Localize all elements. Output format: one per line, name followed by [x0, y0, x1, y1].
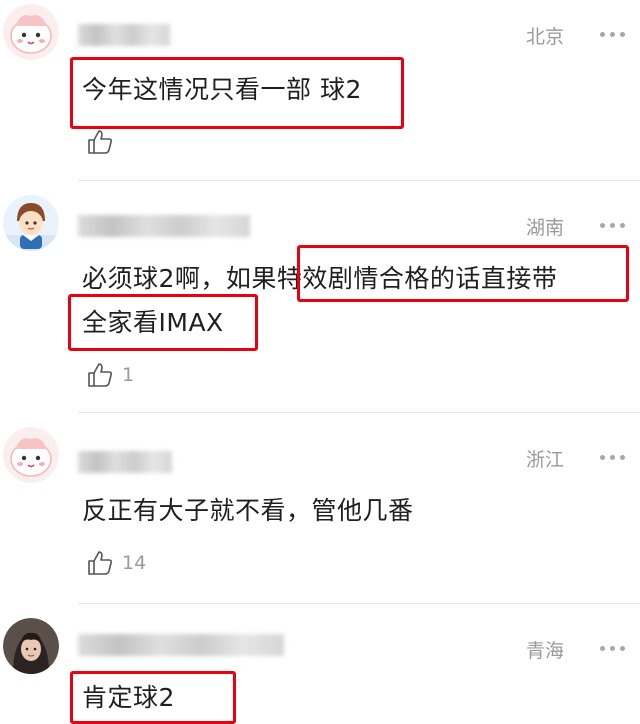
- thumbs-up-icon: [88, 130, 113, 154]
- comment-item: 湖南 必须球2啊，如果特效剧情合格的话直接带 全家看IMAX 1: [0, 181, 640, 412]
- more-dots-icon[interactable]: [600, 447, 636, 467]
- pink-cartoon-face-icon: [3, 4, 59, 60]
- avatar[interactable]: [3, 427, 59, 483]
- like-count: 1: [122, 364, 135, 386]
- cartoon-character-icon: [3, 195, 59, 251]
- location-label: 青海: [526, 640, 565, 662]
- username-blurred[interactable]: [78, 215, 250, 237]
- avatar[interactable]: [3, 4, 59, 60]
- like-button[interactable]: 14: [86, 549, 146, 577]
- username-blurred[interactable]: [78, 634, 284, 656]
- comment-item: 北京 今年这情况只看一部 球2: [0, 0, 640, 180]
- location-label: 北京: [526, 26, 565, 48]
- username-blurred[interactable]: [78, 24, 170, 46]
- comment-text: 反正有大子就不看，管他几番: [82, 496, 414, 525]
- like-button[interactable]: [86, 128, 122, 156]
- comment-text-line-1: 必须球2啊，如果特效剧情合格的话直接带: [82, 259, 557, 299]
- portrait-photo-icon: [3, 618, 59, 674]
- pink-cartoon-face-icon: [3, 427, 59, 483]
- more-dots-icon[interactable]: [600, 24, 636, 44]
- avatar[interactable]: [3, 195, 59, 251]
- username-blurred[interactable]: [78, 451, 172, 473]
- more-dots-icon[interactable]: [600, 215, 636, 235]
- comment-item: 浙江 反正有大子就不看，管他几番 14: [0, 413, 640, 603]
- comment-text-line-2: 全家看IMAX: [82, 308, 224, 337]
- avatar[interactable]: [3, 618, 59, 674]
- thumbs-up-icon: [88, 363, 113, 387]
- comment-text-part: 特效剧情合格的话直接带: [276, 264, 558, 293]
- location-label: 浙江: [526, 449, 565, 471]
- like-count: 14: [122, 552, 147, 574]
- thumbs-up-icon: [88, 551, 113, 575]
- comment-text-part: 必须球2啊，如果: [82, 264, 277, 293]
- like-button[interactable]: 1: [86, 361, 134, 389]
- comment-text: 肯定球2: [82, 683, 175, 712]
- comment-item: 青海 肯定球2: [0, 604, 640, 724]
- location-label: 湖南: [526, 217, 565, 239]
- more-dots-icon[interactable]: [600, 638, 636, 658]
- comment-text: 今年这情况只看一部 球2: [82, 75, 362, 104]
